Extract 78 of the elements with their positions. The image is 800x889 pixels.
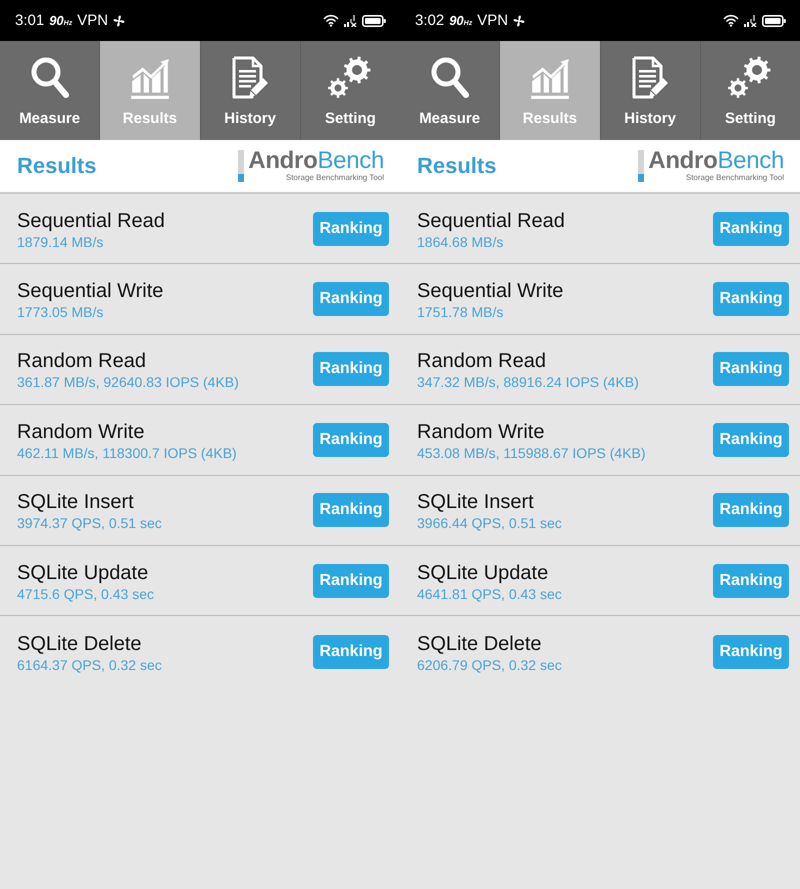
app-logo-text: AndroBench — [248, 149, 384, 173]
tab[interactable]: Setting — [700, 41, 800, 140]
tab[interactable]: Results — [500, 41, 600, 140]
page-title: Results — [417, 153, 496, 179]
ranking-button[interactable]: Ranking — [713, 493, 789, 528]
test-name: Random Write — [417, 420, 546, 444]
test-name: SQLite Delete — [17, 632, 143, 656]
ranking-button[interactable]: Ranking — [713, 634, 789, 669]
app-logo-text: AndroBench — [648, 149, 784, 173]
ranking-button[interactable]: Ranking — [313, 634, 389, 669]
result-value: 6164.37 QPS, 0.32 sec — [17, 656, 162, 674]
search-icon — [430, 56, 470, 100]
result-value: 347.32 MB/s, 88916.24 IOPS (4KB) — [417, 373, 639, 392]
ranking-button[interactable]: Ranking — [313, 493, 389, 528]
logo-tagline: Storage Benchmarking Tool — [286, 173, 384, 183]
battery-icon — [762, 14, 786, 26]
test-name: Sequential Write — [417, 279, 564, 304]
document-pencil-icon — [630, 56, 670, 100]
test-name: SQLite Insert — [417, 490, 535, 514]
tab[interactable]: History — [600, 41, 701, 140]
test-name: Random Write — [17, 420, 146, 444]
test-name: SQLite Update — [17, 560, 150, 585]
tab[interactable]: Measure — [400, 41, 500, 140]
ranking-button[interactable]: Ranking — [313, 422, 389, 457]
ranking-button[interactable]: Ranking — [313, 212, 389, 246]
battery-icon — [362, 14, 386, 26]
wifi-icon — [723, 14, 739, 27]
test-name: Sequential Write — [17, 279, 164, 304]
logo-tagline: Storage Benchmarking Tool — [686, 173, 784, 183]
tab[interactable]: History — [200, 41, 301, 140]
result-value: 462.11 MB/s, 118300.7 IOPS (4KB) — [17, 444, 237, 462]
fan-icon — [513, 14, 526, 26]
ranking-button[interactable]: Ranking — [713, 212, 789, 246]
result-value: 453.08 MB/s, 115988.67 IOPS (4KB) — [417, 444, 646, 462]
test-name: Random Read — [417, 349, 547, 374]
ranking-button[interactable]: Ranking — [713, 564, 789, 598]
fan-icon — [113, 14, 126, 26]
test-name: SQLite Insert — [17, 490, 135, 514]
ranking-button[interactable]: Ranking — [713, 352, 789, 386]
signal-icon — [344, 14, 357, 26]
vpn-text: VPN — [77, 12, 108, 29]
result-value: 3974.37 QPS, 0.51 sec — [17, 514, 162, 532]
result-value: 3966.44 QPS, 0.51 sec — [417, 514, 562, 532]
result-value: 4641.81 QPS, 0.43 sec — [417, 584, 562, 603]
logo-bar-icon — [238, 150, 244, 182]
document-pencil-icon — [230, 56, 270, 100]
tab[interactable]: Measure — [0, 41, 100, 140]
result-value: 1773.05 MB/s — [17, 303, 104, 322]
signal-icon — [744, 14, 757, 26]
wifi-icon — [323, 14, 339, 27]
test-name: Sequential Read — [17, 208, 165, 233]
result-value: 1879.14 MB/s — [17, 232, 104, 251]
ranking-button[interactable]: Ranking — [713, 422, 789, 457]
result-value: 361.87 MB/s, 92640.83 IOPS (4KB) — [17, 373, 239, 392]
chart-icon — [530, 56, 570, 100]
ranking-button[interactable]: Ranking — [313, 352, 389, 386]
test-name: Random Read — [17, 349, 147, 374]
result-value: 6206.79 QPS, 0.32 sec — [417, 656, 562, 674]
clock-text: 3:01 — [15, 12, 44, 29]
result-value: 1751.78 MB/s — [417, 303, 504, 322]
clock-text: 3:02 — [415, 12, 444, 29]
test-name: SQLite Update — [417, 560, 550, 585]
test-name: Sequential Read — [417, 208, 565, 233]
result-value: 1864.68 MB/s — [417, 232, 504, 251]
page-title: Results — [17, 153, 96, 179]
vpn-text: VPN — [477, 12, 508, 29]
gears-icon — [327, 56, 374, 100]
ranking-button[interactable]: Ranking — [313, 564, 389, 598]
tab[interactable]: Setting — [300, 41, 400, 140]
test-name: SQLite Delete — [417, 632, 543, 656]
ranking-button[interactable]: Ranking — [313, 282, 389, 316]
logo-bar-icon — [638, 150, 644, 182]
result-value: 4715.6 QPS, 0.43 sec — [17, 584, 154, 603]
gears-icon — [727, 56, 774, 100]
chart-icon — [130, 56, 170, 100]
ranking-button[interactable]: Ranking — [713, 282, 789, 316]
tab[interactable]: Results — [100, 41, 200, 140]
search-icon — [30, 56, 70, 100]
